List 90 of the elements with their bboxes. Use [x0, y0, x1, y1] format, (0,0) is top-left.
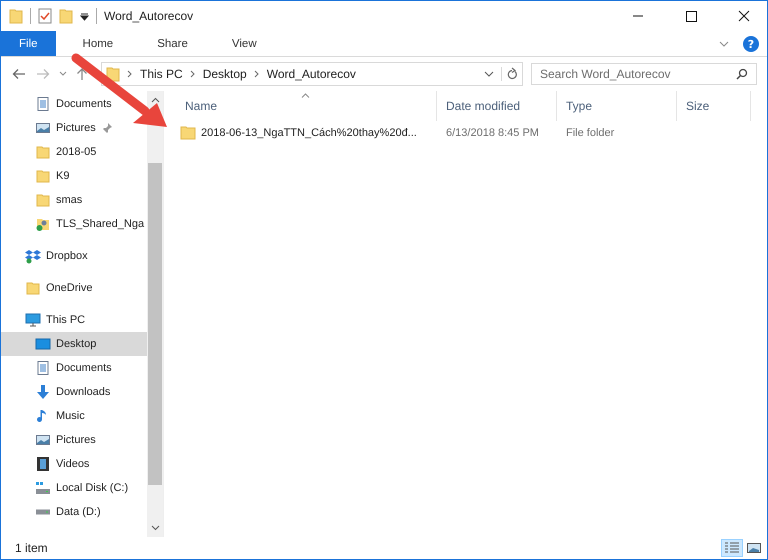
sidebar-item[interactable]: Documents: [1, 92, 116, 116]
desktop-icon: [35, 336, 51, 352]
scrollbar[interactable]: [147, 91, 163, 537]
chevron-up-icon[interactable]: [150, 97, 160, 103]
address-bar[interactable]: This PC Desktop Word_Autorecov: [101, 62, 523, 86]
chevron-right-icon[interactable]: [190, 70, 196, 78]
sidebar-item-label: Videos: [56, 458, 90, 470]
properties-icon[interactable]: [38, 8, 52, 24]
sidebar-item[interactable]: This PC: [1, 308, 90, 332]
sidebar-item-label: Pictures: [56, 122, 96, 134]
breadcrumb[interactable]: Word_Autorecov: [266, 67, 356, 81]
picture-icon: [746, 541, 762, 555]
status-text: 1 item: [15, 541, 48, 555]
table-cell-text: 6/13/2018 8:45 PM: [445, 127, 540, 139]
chevron-down-icon[interactable]: [484, 71, 494, 77]
ribbon-tab[interactable]: File: [1, 31, 56, 56]
sidebar-item-label: Music: [56, 410, 85, 422]
search-field[interactable]: Search Word_Autorecov: [531, 63, 757, 85]
sidebar-item-label: Documents: [56, 362, 112, 374]
details-view-icon: [724, 541, 740, 555]
window-title: Word_Autorecov: [104, 9, 194, 23]
sidebar-item[interactable]: Videos: [1, 452, 94, 476]
ribbon-tab[interactable]: View: [214, 31, 274, 56]
details-view-button[interactable]: [721, 539, 743, 557]
folder-icon: [180, 126, 196, 140]
shared-folder-icon: [35, 216, 51, 232]
help-icon[interactable]: ?: [743, 36, 759, 52]
up-arrow-icon[interactable]: [75, 66, 89, 82]
scrollbar-thumb[interactable]: [148, 163, 162, 485]
column-header[interactable]: Size: [677, 91, 751, 121]
document-icon: [35, 360, 51, 376]
sidebar-item-label: TLS_Shared_Nga: [56, 218, 144, 230]
chevron-down-icon[interactable]: [719, 40, 729, 46]
drive-icon: [35, 509, 51, 515]
sidebar-item[interactable]: Music: [1, 404, 89, 428]
sidebar-item[interactable]: 2018-05: [1, 140, 100, 164]
sidebar-item-label: Data (D:): [56, 506, 101, 518]
sidebar-item-label: OneDrive: [46, 282, 92, 294]
sidebar-item[interactable]: Data (D:): [1, 500, 105, 524]
sidebar-item-label: Dropbox: [46, 250, 88, 262]
sidebar-item[interactable]: Pictures: [1, 116, 117, 140]
sidebar-item-label: smas: [56, 194, 82, 206]
sidebar-item-label: Downloads: [56, 386, 110, 398]
folder-icon: [35, 144, 51, 160]
ribbon-tab[interactable]: Share: [140, 31, 205, 56]
sidebar-item[interactable]: Pictures: [1, 428, 100, 452]
folder-icon: [25, 280, 41, 296]
file-name[interactable]: 2018-06-13_NgaTTN_Cách%20thay%20đ...: [201, 127, 417, 139]
sidebar-item-label: Documents: [56, 98, 112, 110]
film-icon: [35, 456, 51, 472]
chevron-down-icon[interactable]: [150, 525, 160, 531]
sidebar-item[interactable]: Downloads: [1, 380, 114, 404]
folder-icon: [35, 168, 51, 184]
sidebar-item[interactable]: TLS_Shared_Nga: [1, 212, 147, 236]
sidebar-item[interactable]: Documents: [1, 356, 116, 380]
sidebar-item[interactable]: smas: [1, 188, 86, 212]
sidebar-item-label: Desktop: [56, 338, 96, 350]
breadcrumb[interactable]: This PC: [140, 67, 183, 81]
sidebar-item-label: Pictures: [56, 434, 96, 446]
column-header[interactable]: Type: [557, 91, 677, 121]
column-header[interactable]: Date modified: [437, 91, 557, 121]
chevron-down-icon[interactable]: [59, 71, 67, 77]
search-icon: [736, 68, 748, 80]
monitor-icon: [25, 312, 41, 328]
folder-icon: [35, 192, 51, 208]
sidebar-item[interactable]: OneDrive: [1, 276, 96, 300]
table-cell-text: File folder: [565, 127, 616, 139]
sidebar-item[interactable]: K9: [1, 164, 74, 188]
picture-icon: [35, 432, 51, 448]
breadcrumb[interactable]: Desktop: [202, 67, 247, 81]
sort-caret-icon: [301, 93, 310, 98]
ribbon-tab[interactable]: Home: [66, 31, 130, 56]
document-icon: [35, 96, 51, 112]
dropbox-icon: [25, 248, 41, 264]
drive-icon: [35, 480, 51, 496]
chevron-right-icon[interactable]: [254, 70, 260, 78]
sidebar-item-label: This PC: [46, 314, 86, 326]
column-header[interactable]: Name: [176, 91, 437, 121]
folder-icon: [106, 66, 120, 82]
sidebar-item[interactable]: Local Disk (C:): [1, 476, 132, 500]
refresh-icon[interactable]: [501, 67, 518, 81]
dropdown-icon[interactable]: [80, 12, 89, 20]
sidebar-item-label: K9: [56, 170, 70, 182]
down-arrow-icon: [35, 384, 51, 400]
sidebar-item-label: Local Disk (C:): [56, 482, 128, 494]
chevron-right-icon[interactable]: [127, 70, 133, 78]
sidebar-item-label: 2018-05: [56, 146, 96, 158]
sidebar-item[interactable]: Desktop: [1, 332, 147, 356]
sidebar-item[interactable]: Dropbox: [1, 244, 92, 268]
picture-icon: [35, 120, 51, 136]
